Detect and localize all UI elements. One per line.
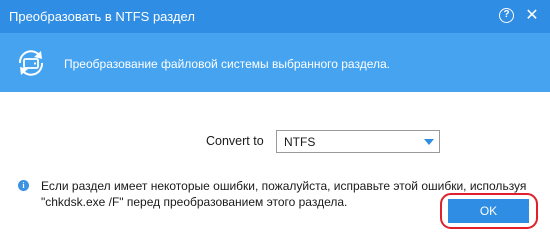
info-icon: i — [18, 180, 29, 191]
close-icon[interactable]: ✕ — [522, 6, 542, 26]
help-icon[interactable]: ? — [499, 8, 514, 23]
header-description: Преобразование файловой системы выбранно… — [64, 57, 390, 71]
header-band: Преобразование файловой системы выбранно… — [0, 33, 550, 92]
convert-disk-icon — [18, 50, 44, 76]
convert-to-label: Convert to — [206, 134, 264, 148]
warning-line-1: Если раздел имеет некоторые ошибки, пожа… — [41, 179, 527, 193]
filesystem-select-value: NTFS — [284, 135, 316, 149]
convert-ntfs-dialog: Преобразовать в NTFS раздел ? ✕ Преобраз… — [0, 0, 550, 240]
title-bar: Преобразовать в NTFS раздел ? ✕ — [0, 0, 550, 33]
filesystem-select[interactable]: NTFS — [276, 130, 440, 153]
window-title: Преобразовать в NTFS раздел — [9, 9, 195, 24]
chevron-down-icon[interactable] — [424, 139, 434, 145]
ok-button[interactable]: OK — [448, 199, 529, 223]
